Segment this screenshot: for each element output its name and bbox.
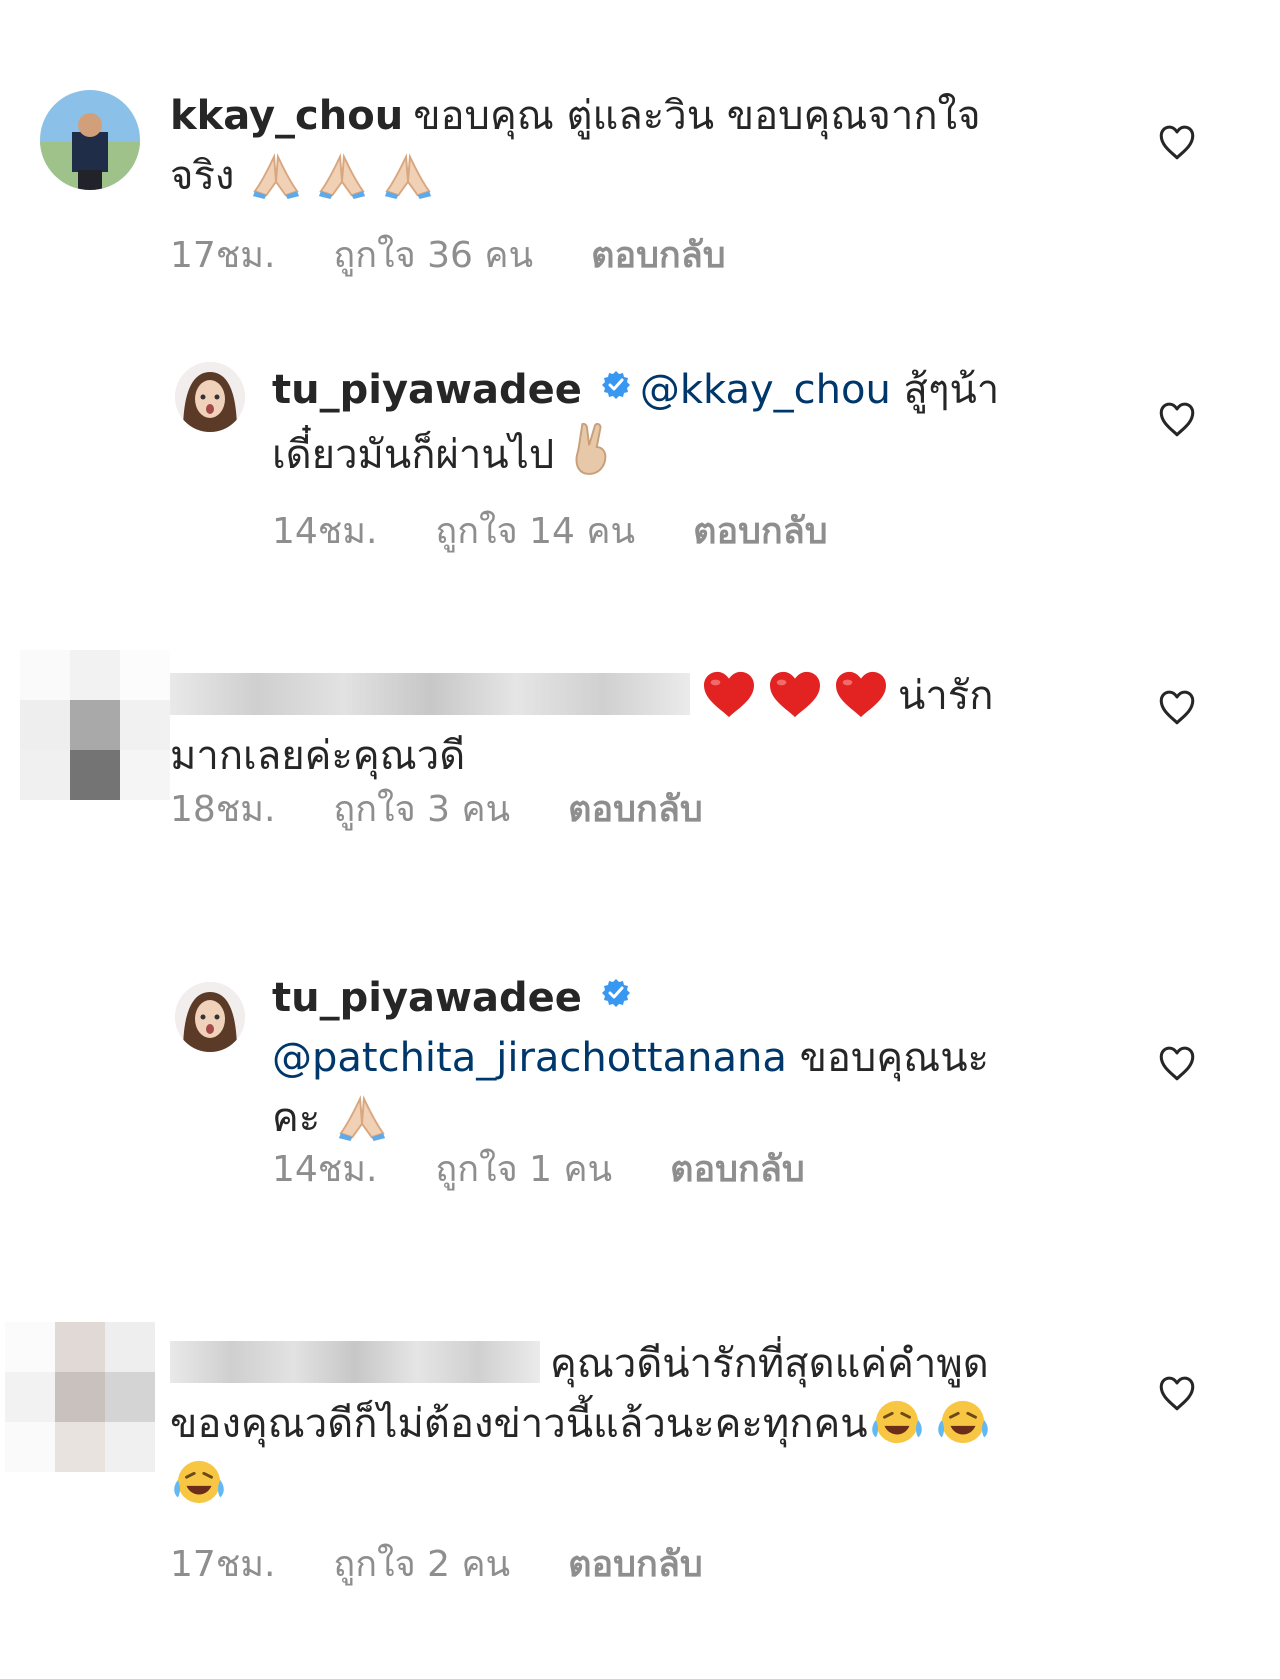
folded-hands-icon (247, 149, 305, 199)
red-heart-icon (766, 669, 824, 719)
red-heart-icon (832, 669, 890, 719)
blurred-username (170, 673, 690, 715)
mention-link[interactable]: @kkay_chou (640, 367, 891, 413)
like-count[interactable]: ถูกใจ 36 คน (333, 226, 533, 283)
comment-body-2: เดี๋ยวมันก็ผ่านไป (272, 432, 555, 478)
comment-body: น่ารัก (898, 673, 994, 719)
heart-icon[interactable] (1156, 1042, 1198, 1084)
comment-body: ขอบคุณนะ (799, 1035, 990, 1081)
comment-text: kkay_chou ขอบคุณ ตู่และวิน ขอบคุณจากใจ จร… (170, 86, 1030, 206)
heart-icon[interactable] (1156, 121, 1198, 163)
red-heart-icon (700, 669, 758, 719)
comment-meta: 18ชม. ถูกใจ 3 คน ตอบกลับ (170, 780, 703, 837)
comment-3: น่ารัก มากเลยค่ะคุณวดี 18ชม. ถูกใจ 3 คน … (0, 630, 1280, 900)
comment-meta: 14ชม. ถูกใจ 1 คน ตอบกลับ (272, 1140, 805, 1197)
folded-hands-icon (379, 149, 437, 199)
verified-badge-icon (600, 369, 632, 401)
comment-text: tu_piyawadee @kkay_chou สู้ๆน้า เดี๋ยวมัน… (272, 360, 1052, 485)
avatar[interactable] (20, 650, 170, 800)
timestamp: 18ชม. (170, 789, 276, 830)
comment-body: สู้ๆน้า (903, 367, 1000, 413)
reply-button[interactable]: ตอบกลับ (591, 226, 726, 283)
avatar[interactable] (175, 362, 245, 432)
comment-body-2: คะ (272, 1095, 321, 1141)
comment-meta: 17ชม. ถูกใจ 2 คน ตอบกลับ (170, 1535, 703, 1592)
like-count[interactable]: ถูกใจ 1 คน (435, 1140, 612, 1197)
username[interactable]: tu_piyawadee (272, 975, 582, 1021)
mention-link[interactable]: @patchita_jirachottanana (272, 1035, 787, 1081)
reply-button[interactable]: ตอบกลับ (568, 780, 703, 837)
heart-icon[interactable] (1156, 686, 1198, 728)
avatar[interactable] (40, 90, 140, 190)
blurred-username (170, 1341, 540, 1383)
comment-text: น่ารัก มากเลยค่ะคุณวดี (170, 666, 1050, 786)
joy-face-icon (170, 1457, 228, 1507)
like-count[interactable]: ถูกใจ 3 คน (333, 780, 510, 837)
timestamp: 17ชม. (170, 235, 276, 276)
avatar[interactable] (175, 982, 245, 1052)
reply-button[interactable]: ตอบกลับ (693, 502, 828, 559)
comment-body: คุณวดีน่ารักที่สุดแค่คำพูด (550, 1341, 989, 1387)
comment-body-2: จริง (170, 153, 235, 199)
comment-body-2: มากเลยค่ะคุณวดี (170, 733, 466, 779)
reply-button[interactable]: ตอบกลับ (568, 1535, 703, 1592)
joy-face-icon (868, 1397, 926, 1447)
heart-icon[interactable] (1156, 398, 1198, 440)
comment-meta: 17ชม. ถูกใจ 36 คน ตอบกลับ (170, 226, 726, 283)
reply-button[interactable]: ตอบกลับ (670, 1140, 805, 1197)
timestamp: 14ชม. (272, 511, 378, 552)
username[interactable]: kkay_chou (170, 93, 403, 139)
comment-body-2: ของคุณวดีก็ไม่ต้องข่าวนี้แล้วนะคะทุกคน (170, 1401, 868, 1447)
folded-hands-icon (313, 149, 371, 199)
comment-meta: 14ชม. ถูกใจ 14 คน ตอบกลับ (272, 502, 828, 559)
heart-icon[interactable] (1156, 1372, 1198, 1414)
comment-body: ขอบคุณ ตู่และวิน ขอบคุณจากใจ (413, 93, 981, 139)
comment-4: tu_piyawadee @patchita_jirachottanana ขอ… (0, 970, 1280, 1250)
timestamp: 14ชม. (272, 1149, 378, 1190)
comment-text: tu_piyawadee @patchita_jirachottanana ขอ… (272, 968, 1092, 1148)
like-count[interactable]: ถูกใจ 2 คน (333, 1535, 510, 1592)
comment-text: คุณวดีน่ารักที่สุดแค่คำพูด ของคุณวดีก็ไม… (170, 1334, 1090, 1514)
comment-5: คุณวดีน่ารักที่สุดแค่คำพูด ของคุณวดีก็ไม… (0, 1310, 1280, 1590)
comment-1: kkay_chou ขอบคุณ ตู่และวิน ขอบคุณจากใจ จร… (0, 0, 1280, 300)
like-count[interactable]: ถูกใจ 14 คน (435, 502, 635, 559)
username[interactable]: tu_piyawadee (272, 367, 582, 413)
victory-hand-icon (567, 420, 615, 478)
folded-hands-icon (333, 1091, 391, 1141)
timestamp: 17ชม. (170, 1544, 276, 1585)
comment-2: tu_piyawadee @kkay_chou สู้ๆน้า เดี๋ยวมัน… (0, 340, 1280, 600)
verified-badge-icon (600, 977, 632, 1009)
joy-face-icon (934, 1397, 992, 1447)
avatar[interactable] (5, 1322, 155, 1472)
